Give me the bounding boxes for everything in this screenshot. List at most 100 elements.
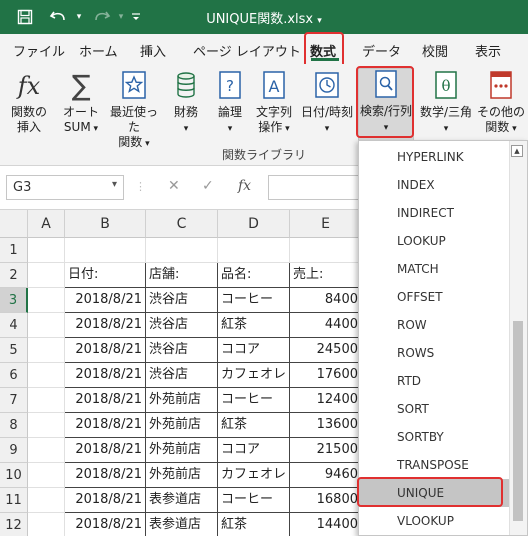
cell-e1[interactable]	[290, 238, 362, 263]
cell-b2[interactable]: 日付:	[65, 263, 146, 288]
menu-item-transpose[interactable]: TRANSPOSE	[359, 451, 509, 479]
cell-e10[interactable]: 9460	[290, 463, 362, 488]
autosum-button[interactable]: ∑ オート SUM ▾	[56, 70, 106, 148]
resize-handle-icon[interactable]: ⋮	[135, 180, 146, 193]
cell-b7[interactable]: 2018/8/21	[65, 388, 146, 413]
menu-item-rows[interactable]: ROWS	[359, 339, 509, 367]
cell-b10[interactable]: 2018/8/21	[65, 463, 146, 488]
column-header-c[interactable]: C	[146, 210, 218, 238]
cell-a4[interactable]	[28, 313, 65, 338]
cell-d7[interactable]: コーヒー	[218, 388, 290, 413]
scroll-thumb[interactable]	[513, 321, 523, 521]
cell-a1[interactable]	[28, 238, 65, 263]
cell-e12[interactable]: 14400	[290, 513, 362, 536]
cell-c9[interactable]: 外苑前店	[146, 438, 218, 463]
tab-data[interactable]: データ	[362, 41, 401, 60]
cell-a9[interactable]	[28, 438, 65, 463]
name-box-dropdown-icon[interactable]: ▾	[112, 179, 117, 190]
cell-a11[interactable]	[28, 488, 65, 513]
cell-c5[interactable]: 渋谷店	[146, 338, 218, 363]
cell-a8[interactable]	[28, 413, 65, 438]
cell-b3[interactable]: 2018/8/21	[65, 288, 146, 313]
cell-d3[interactable]: コーヒー	[218, 288, 290, 313]
cell-d2[interactable]: 品名:	[218, 263, 290, 288]
cell-d8[interactable]: 紅茶	[218, 413, 290, 438]
column-header-b[interactable]: B	[65, 210, 146, 238]
more-functions-button[interactable]: その他の 関数 ▾	[476, 70, 526, 148]
cell-c11[interactable]: 表参道店	[146, 488, 218, 513]
recently-used-button[interactable]: 最近使った 関数 ▾	[106, 70, 162, 149]
cell-e7[interactable]: 12400	[290, 388, 362, 413]
logical-button[interactable]: ? 論理 ▾	[212, 70, 248, 148]
cell-c7[interactable]: 外苑前店	[146, 388, 218, 413]
cell-d4[interactable]: 紅茶	[218, 313, 290, 338]
menu-item-hyperlink[interactable]: HYPERLINK	[359, 143, 509, 171]
row-header[interactable]: 10	[0, 463, 28, 488]
menu-item-index[interactable]: INDEX	[359, 171, 509, 199]
cell-d9[interactable]: ココア	[218, 438, 290, 463]
scroll-up-icon[interactable]: ▲	[511, 145, 523, 157]
cell-d5[interactable]: ココア	[218, 338, 290, 363]
cell-c4[interactable]: 渋谷店	[146, 313, 218, 338]
menu-item-indirect[interactable]: INDIRECT	[359, 199, 509, 227]
cell-d10[interactable]: カフェオレ	[218, 463, 290, 488]
cell-a5[interactable]	[28, 338, 65, 363]
cell-a3[interactable]	[28, 288, 65, 313]
cell-b4[interactable]: 2018/8/21	[65, 313, 146, 338]
cell-b1[interactable]	[65, 238, 146, 263]
cell-e9[interactable]: 21500	[290, 438, 362, 463]
cell-e2[interactable]: 売上:	[290, 263, 362, 288]
cell-a2[interactable]	[28, 263, 65, 288]
row-header[interactable]: 8	[0, 413, 28, 438]
cell-b11[interactable]: 2018/8/21	[65, 488, 146, 513]
math-trig-button[interactable]: θ 数学/三角 ▾	[418, 70, 474, 148]
menu-item-row[interactable]: ROW	[359, 311, 509, 339]
tab-view[interactable]: 表示	[475, 41, 501, 60]
tab-home[interactable]: ホーム	[79, 41, 118, 60]
cell-c3[interactable]: 渋谷店	[146, 288, 218, 313]
cancel-icon[interactable]: ✕	[168, 178, 180, 194]
menu-item-sortby[interactable]: SORTBY	[359, 423, 509, 451]
cell-e4[interactable]: 4400	[290, 313, 362, 338]
menu-item-offset[interactable]: OFFSET	[359, 283, 509, 311]
row-header[interactable]: 2	[0, 263, 28, 288]
insert-function-icon[interactable]: fx	[238, 178, 251, 194]
menu-item-rtd[interactable]: RTD	[359, 367, 509, 395]
cell-a12[interactable]	[28, 513, 65, 536]
cell-b9[interactable]: 2018/8/21	[65, 438, 146, 463]
cell-b12[interactable]: 2018/8/21	[65, 513, 146, 536]
column-header-d[interactable]: D	[218, 210, 290, 238]
cell-c12[interactable]: 表参道店	[146, 513, 218, 536]
enter-icon[interactable]: ✓	[202, 178, 214, 194]
tab-file[interactable]: ファイル	[13, 41, 65, 60]
menu-item-sort[interactable]: SORT	[359, 395, 509, 423]
row-header[interactable]: 9	[0, 438, 28, 463]
menu-item-lookup[interactable]: LOOKUP	[359, 227, 509, 255]
insert-function-button[interactable]: fx 関数の 挿入	[4, 70, 54, 148]
tab-review[interactable]: 校閲	[422, 41, 448, 60]
date-time-button[interactable]: 日付/時刻 ▾	[298, 70, 356, 148]
row-header[interactable]: 4	[0, 313, 28, 338]
menu-item-match[interactable]: MATCH	[359, 255, 509, 283]
cell-c6[interactable]: 渋谷店	[146, 363, 218, 388]
cell-b5[interactable]: 2018/8/21	[65, 338, 146, 363]
row-header[interactable]: 5	[0, 338, 28, 363]
row-header[interactable]: 7	[0, 388, 28, 413]
cell-a6[interactable]	[28, 363, 65, 388]
cell-c10[interactable]: 外苑前店	[146, 463, 218, 488]
row-header[interactable]: 12	[0, 513, 28, 536]
cell-e8[interactable]: 13600	[290, 413, 362, 438]
text-button[interactable]: A 文字列 操作 ▾	[252, 70, 296, 148]
cell-e5[interactable]: 24500	[290, 338, 362, 363]
column-header-e[interactable]: E	[290, 210, 362, 238]
cell-c8[interactable]: 外苑前店	[146, 413, 218, 438]
select-all-corner[interactable]	[0, 210, 28, 238]
column-header-a[interactable]: A	[28, 210, 65, 238]
row-header[interactable]: 1	[0, 238, 28, 263]
cell-a10[interactable]	[28, 463, 65, 488]
menu-item-vlookup[interactable]: VLOOKUP	[359, 507, 509, 535]
tab-page-layout[interactable]: ページ レイアウト	[193, 41, 301, 60]
name-box[interactable]: G3 ▾	[6, 175, 124, 200]
financial-button[interactable]: 財務 ▾	[166, 70, 206, 148]
menu-scrollbar[interactable]: ▲	[509, 141, 527, 535]
